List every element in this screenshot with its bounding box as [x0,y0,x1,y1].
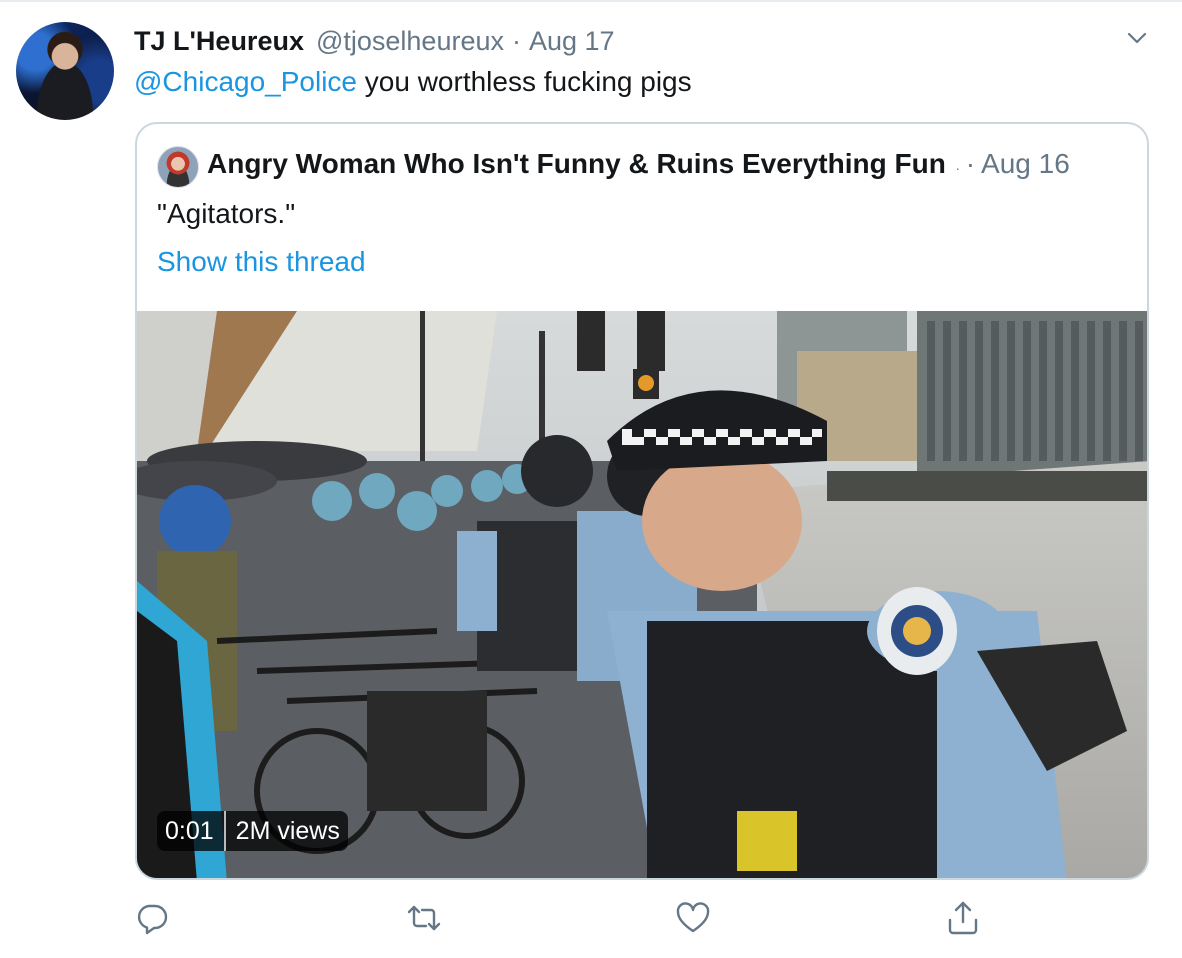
quoted-tweet[interactable]: Angry Woman Who Isn't Funny & Ruins Ever… [135,122,1149,880]
video-thumbnail [137,311,1147,878]
quoted-author-avatar [157,146,199,188]
video-player[interactable]: 0:01 2M views [137,311,1147,878]
header-separator: · [511,26,521,56]
tweet-body: you worthless fucking pigs [357,66,692,97]
tweet-text: @Chicago_Police you worthless fucking pi… [134,66,692,98]
tweet-date[interactable]: Aug 17 [529,26,615,57]
retweet-icon[interactable] [406,900,442,936]
share-icon[interactable] [945,900,981,936]
tweet-header: TJ L'Heureux @tjoselheureux · Aug 17 [134,26,615,60]
video-views: 2M views [235,816,340,845]
tweet[interactable]: TJ L'Heureux @tjoselheureux · Aug 17 @Ch… [0,0,1182,958]
author-name[interactable]: TJ L'Heureux [134,26,304,57]
video-info-badge: 0:01 2M views [157,811,348,851]
quoted-header-separator: · [965,148,976,179]
show-thread-link[interactable]: Show this thread [157,246,366,278]
heart-icon[interactable] [675,900,711,936]
quoted-author-name: Angry Woman Who Isn't Funny & Ruins Ever… [207,148,946,179]
quoted-tweet-date: Aug 16 [981,148,1070,179]
quoted-tweet-text: "Agitators." [157,198,296,229]
mention-link[interactable]: @Chicago_Police [134,66,357,97]
author-avatar[interactable] [16,22,114,120]
reply-icon[interactable] [134,900,170,936]
author-handle[interactable]: @tjoselheureux [316,26,504,57]
badge-divider [223,811,226,851]
quoted-author-handle: ∙ [955,160,960,176]
quoted-tweet-header: Angry Woman Who Isn't Funny & Ruins Ever… [207,148,1070,180]
chevron-down-icon[interactable] [1123,26,1151,50]
tweet-actions [0,900,1182,944]
video-time: 0:01 [165,816,214,845]
